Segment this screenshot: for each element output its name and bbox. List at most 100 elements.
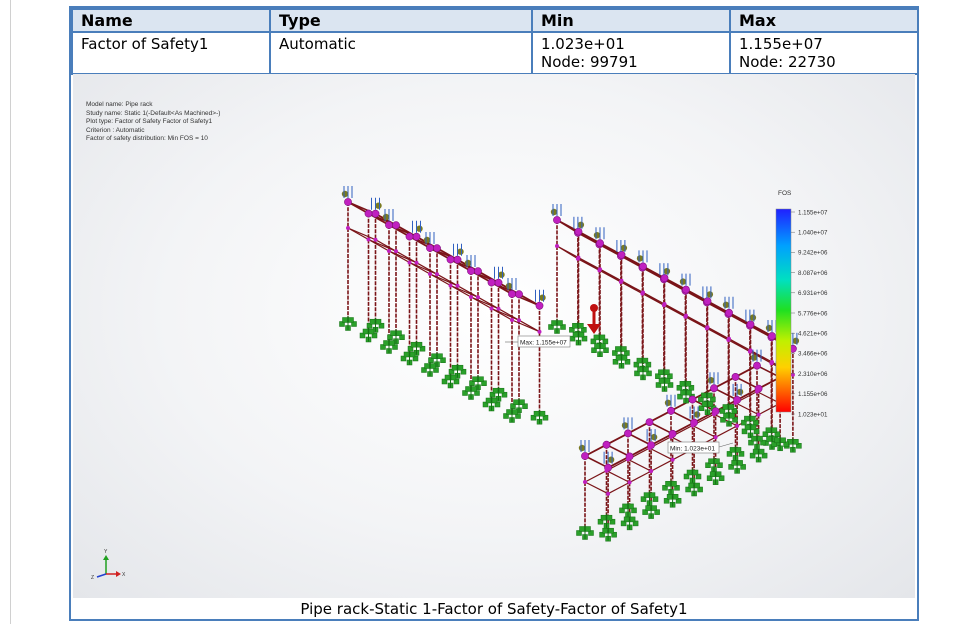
legend-tick-label: 1.155e+07 [798, 209, 828, 216]
node [768, 332, 776, 340]
support-block [410, 341, 417, 348]
node [641, 290, 645, 295]
cross-beam [578, 257, 600, 271]
node [583, 480, 587, 484]
support-block [342, 317, 348, 323]
node [433, 244, 441, 253]
support-block [390, 330, 396, 336]
support-block [722, 404, 729, 410]
fixed-support [705, 457, 723, 472]
legend-tick-label: 6.931e+06 [798, 290, 828, 297]
node [639, 262, 647, 271]
node [712, 412, 716, 417]
load-mass [423, 236, 431, 244]
support-block [766, 436, 772, 442]
max-node: Node: 22730 [739, 53, 836, 71]
cross-beam [450, 284, 479, 298]
cross-beam [388, 250, 417, 264]
beam [629, 470, 652, 483]
node [392, 221, 400, 230]
node [366, 237, 371, 242]
node [428, 272, 432, 276]
support-block [471, 386, 477, 392]
support-block [793, 439, 799, 445]
support-block [629, 516, 636, 523]
node [755, 389, 759, 394]
cross-beam [347, 227, 376, 241]
column-group [347, 202, 794, 533]
support-block [643, 366, 649, 373]
support-block [444, 374, 451, 381]
cross-beam [692, 424, 716, 438]
fixed-support [683, 468, 702, 484]
support-block [731, 460, 737, 466]
node [515, 290, 523, 299]
cross-beam [511, 319, 540, 333]
support-block [572, 323, 578, 329]
support-block [708, 458, 714, 464]
fixed-support [619, 502, 637, 518]
support-block [472, 376, 478, 382]
support-block [512, 409, 518, 415]
node [474, 267, 482, 276]
node [510, 318, 514, 322]
fixed-support [612, 353, 631, 369]
support-block [651, 505, 657, 511]
load-mass [707, 377, 715, 384]
cell-min: 1.023e+01 Node: 99791 [531, 31, 731, 75]
legend-tick-label: 8.087e+06 [798, 270, 828, 277]
header-min: Min [531, 8, 731, 33]
support-block [430, 363, 436, 369]
support-block [389, 340, 395, 346]
legend-color-bar [775, 208, 792, 413]
load-mass [749, 314, 757, 321]
support-block [715, 471, 722, 477]
support-block [771, 427, 778, 433]
cross-beam [642, 291, 665, 306]
support-block [457, 364, 464, 371]
support-block [621, 355, 628, 361]
node [487, 278, 496, 287]
node [602, 440, 611, 449]
support-block [780, 437, 786, 444]
support-block [572, 331, 579, 338]
node [517, 318, 521, 323]
node [604, 468, 609, 473]
support-block [492, 387, 499, 394]
support-block [680, 389, 686, 396]
node [669, 434, 673, 439]
node [387, 249, 391, 253]
legend-tick-label: 3.466e+06 [798, 351, 828, 358]
support-block [478, 376, 484, 382]
node [667, 406, 675, 415]
support-block [729, 447, 736, 453]
node [574, 227, 583, 236]
support-block [416, 341, 423, 348]
legend-tick-label: 5.776e+06 [798, 310, 828, 317]
load-mass [607, 456, 615, 463]
support-block [649, 492, 656, 498]
load-mass [620, 244, 628, 252]
node [496, 306, 501, 311]
node [467, 267, 475, 275]
triad-y-label: Y [104, 549, 108, 555]
legend-tick-label: 4.621e+06 [798, 331, 828, 338]
support-block [599, 334, 606, 341]
load-mass [663, 268, 671, 275]
support-block [774, 437, 780, 444]
support-block [728, 404, 735, 410]
support-block [643, 492, 650, 498]
fixed-support [728, 458, 746, 474]
node [748, 348, 753, 353]
support-block [368, 328, 375, 335]
node [455, 283, 460, 288]
fixed-support [597, 513, 616, 529]
cross-beam [470, 296, 499, 310]
load-mass [722, 301, 730, 308]
support-block [757, 435, 763, 442]
max-value: 1.155e+07 [739, 35, 823, 53]
support-block [348, 317, 354, 323]
support-block [593, 334, 600, 341]
node [553, 216, 561, 224]
triad-z-label: Z [91, 575, 94, 581]
